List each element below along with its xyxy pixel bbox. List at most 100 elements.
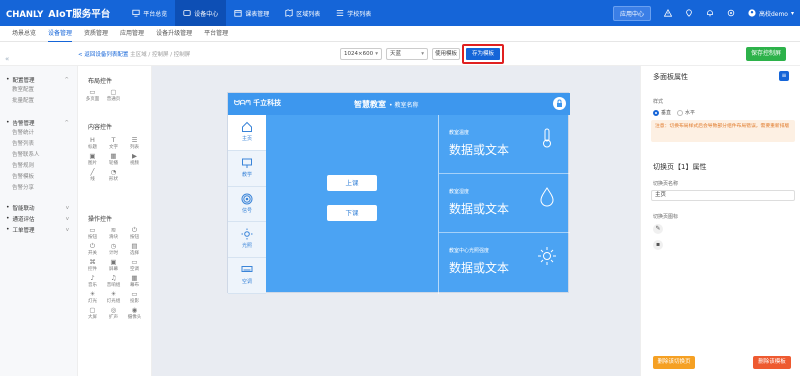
widget-label: 灯光组 bbox=[106, 299, 121, 304]
widget-action-1[interactable]: ≋ 滑块 bbox=[103, 226, 124, 240]
nav-item-schools[interactable]: 学校列表 bbox=[328, 0, 379, 26]
lock-icon[interactable] bbox=[553, 97, 566, 110]
use-template-button[interactable]: 使用模板 bbox=[432, 48, 460, 60]
widget-action-13[interactable]: ☀ 灯光组 bbox=[103, 290, 124, 304]
subnav-device-management[interactable]: 设备管理 bbox=[48, 26, 73, 42]
screen-tab-teaching[interactable]: 教学 bbox=[228, 151, 266, 187]
screen-tab-home[interactable]: 主页 bbox=[228, 115, 266, 151]
subnav-scene-overview[interactable]: 场景总览 bbox=[12, 26, 36, 42]
control-screen-preview[interactable]: ᗢᗩᘉ 千立科技 智慧教室 • 教室名称 主页 教学 信号 光照 空调 上课 下… bbox=[227, 92, 570, 294]
class-end-button[interactable]: 下课 bbox=[327, 205, 377, 221]
widget-content-0[interactable]: H 标题 bbox=[82, 136, 103, 150]
widget-action-16[interactable]: ◎ 扩声 bbox=[103, 306, 124, 320]
bullet-icon: • bbox=[6, 76, 10, 83]
save-template-button[interactable]: 存为模板 bbox=[466, 48, 500, 60]
back-link[interactable]: < 返回设备列表配置 bbox=[78, 52, 128, 58]
app-center-button[interactable]: 应用中心 bbox=[612, 5, 651, 21]
subnav-qualification[interactable]: 资质管理 bbox=[84, 26, 108, 42]
card-value: 数据或文本 bbox=[449, 202, 510, 216]
widget-content-1[interactable]: T 文字 bbox=[103, 136, 124, 150]
widget-action-15[interactable]: ▢ 大屏 bbox=[82, 306, 103, 320]
widget-action-11[interactable]: ▦ 幕布 bbox=[124, 274, 145, 288]
menu-item-alarm-list[interactable]: 告警列表 bbox=[0, 139, 77, 150]
screen-tab-lighting[interactable]: 光照 bbox=[228, 222, 266, 259]
subnav-app-management[interactable]: 应用管理 bbox=[120, 26, 144, 42]
widget-label: 形状 bbox=[109, 177, 118, 182]
nav-item-regions[interactable]: 区域列表 bbox=[277, 0, 328, 26]
widget-content-5[interactable]: ▶ 视频 bbox=[124, 152, 145, 166]
menu-group-linkage[interactable]: • 智能联动 v bbox=[0, 202, 77, 213]
switch-page-name-input[interactable]: 主页 bbox=[651, 190, 795, 201]
nav-item-device-center[interactable]: 设备中心 bbox=[175, 0, 227, 26]
trash-icon[interactable]: ▪ bbox=[653, 240, 663, 250]
widget-icon: H bbox=[90, 136, 95, 144]
save-control-screen-button[interactable]: 保存控制屏 bbox=[746, 47, 786, 61]
menu-group-config[interactable]: • 配置管理 ^ bbox=[0, 74, 77, 85]
resolution-select[interactable]: 1024×600 bbox=[340, 48, 382, 60]
edit-icon[interactable]: ≡ bbox=[779, 71, 789, 81]
warning-icon[interactable] bbox=[663, 9, 672, 17]
menu-group-channel[interactable]: • 通道评估 v bbox=[0, 213, 77, 224]
screen-tab-signal[interactable]: 信号 bbox=[228, 187, 266, 223]
subnav-platform[interactable]: 平台管理 bbox=[204, 26, 228, 42]
pencil-icon[interactable]: ✎ bbox=[653, 224, 663, 234]
widget-action-10[interactable]: ♫ 音响组 bbox=[103, 274, 124, 288]
theme-select[interactable]: 天蓝 bbox=[386, 48, 428, 60]
collapse-sidebar-icon[interactable]: « bbox=[5, 55, 9, 63]
nav-item-overview[interactable]: 平台总览 bbox=[124, 0, 175, 26]
user-name: 高校demo bbox=[758, 10, 788, 18]
widget-action-2[interactable]: ⏻ 按钮 bbox=[124, 226, 145, 240]
delete-switch-page-button[interactable]: 删除该切换页 bbox=[653, 356, 695, 369]
menu-item-alarm-share[interactable]: 告警分享 bbox=[0, 183, 77, 194]
widget-action-9[interactable]: ♪ 音乐 bbox=[82, 274, 103, 288]
widget-action-8[interactable]: ▭ 空调 bbox=[124, 258, 145, 272]
widget-action-3[interactable]: ⏻ 开关 bbox=[82, 242, 103, 256]
widget-icon: ▭ bbox=[89, 88, 96, 96]
widget-action-4[interactable]: ◷ 计时 bbox=[103, 242, 124, 256]
widget-content-2[interactable]: ☰ 列表 bbox=[124, 136, 145, 150]
subnav-firmware-upgrade[interactable]: 设备升级管理 bbox=[156, 26, 192, 42]
class-start-button[interactable]: 上课 bbox=[327, 175, 377, 191]
widget-layout-1[interactable]: ▢ 普通页 bbox=[103, 88, 124, 102]
widget-layout-0[interactable]: ▭ 多页面 bbox=[82, 88, 103, 102]
menu-item-batch-config[interactable]: 批量配置 bbox=[0, 96, 77, 107]
widget-content-4[interactable]: ▦ 轮播 bbox=[103, 152, 124, 166]
widget-action-0[interactable]: ▭ 按钮 bbox=[82, 226, 103, 240]
screen-tab-aircon[interactable]: 空调 bbox=[228, 258, 266, 294]
widget-action-6[interactable]: ⌘ 控件 bbox=[82, 258, 103, 272]
widget-action-17[interactable]: ◉ 摄像头 bbox=[124, 306, 145, 320]
menu-group-alarm[interactable]: • 告警管理 ^ bbox=[0, 117, 77, 128]
menu-item-alarm-contacts[interactable]: 告警联系人 bbox=[0, 150, 77, 161]
widget-icon: ⌘ bbox=[89, 258, 96, 266]
editor-toolbar: « < 返回设备列表配置 主区域 / 控制屏 / 控制屏 1024×600 天蓝… bbox=[0, 42, 800, 66]
user-menu[interactable]: 高校demo ▾ bbox=[748, 9, 794, 18]
menu-item-classroom-config[interactable]: 教室配置 bbox=[0, 85, 77, 96]
widget-action-5[interactable]: ▤ 选择 bbox=[124, 242, 145, 256]
card-caption: 教室温度 bbox=[449, 130, 470, 136]
design-canvas: ᗢᗩᘉ 千立科技 智慧教室 • 教室名称 主页 教学 信号 光照 空调 上课 下… bbox=[152, 66, 640, 376]
widget-action-7[interactable]: ▣ 屏幕 bbox=[103, 258, 124, 272]
illumination-card[interactable]: 教室中心光照强度 数据或文本 bbox=[439, 233, 570, 292]
widget-icon: ▣ bbox=[89, 152, 96, 160]
delete-template-button[interactable]: 删除该模板 bbox=[753, 356, 791, 369]
avatar-icon bbox=[748, 9, 756, 17]
menu-group-workorder[interactable]: • 工单管理 v bbox=[0, 224, 77, 235]
brand-logo[interactable]: CHANLY AIoT服务平台 bbox=[6, 6, 110, 20]
widget-action-12[interactable]: ☀ 灯光 bbox=[82, 290, 103, 304]
style-label: 样式 bbox=[653, 99, 664, 105]
widget-content-3[interactable]: ▣ 图片 bbox=[82, 152, 103, 166]
radio-horizontal[interactable]: 水平 bbox=[677, 109, 695, 116]
temperature-card[interactable]: 教室温度 数据或文本 bbox=[439, 115, 570, 174]
location-icon[interactable] bbox=[685, 9, 693, 17]
widget-action-14[interactable]: ▭ 投影 bbox=[124, 290, 145, 304]
nav-item-schedule[interactable]: 课表管理 bbox=[226, 0, 277, 26]
menu-item-alarm-stats[interactable]: 告警统计 bbox=[0, 128, 77, 139]
humidity-card[interactable]: 教室湿度 数据或文本 bbox=[439, 174, 570, 233]
widget-content-7[interactable]: ◔ 形状 bbox=[103, 168, 124, 182]
menu-item-alarm-rules[interactable]: 告警规则 bbox=[0, 161, 77, 172]
radio-vertical[interactable]: 垂直 bbox=[653, 109, 671, 116]
settings-icon[interactable] bbox=[727, 9, 735, 17]
bell-icon[interactable] bbox=[706, 9, 714, 17]
widget-content-6[interactable]: ╱ 线 bbox=[82, 168, 103, 182]
menu-item-alarm-templates[interactable]: 告警模板 bbox=[0, 172, 77, 183]
